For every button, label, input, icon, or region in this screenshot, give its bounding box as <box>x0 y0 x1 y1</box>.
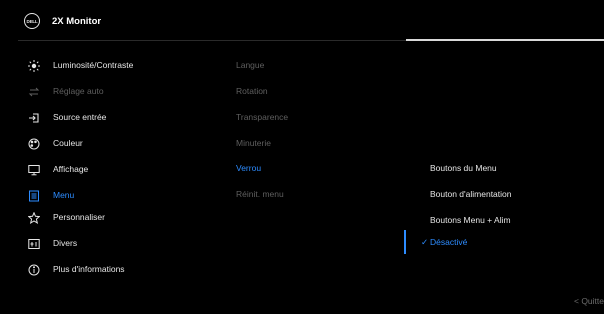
menu-item-label: Affichage <box>53 164 89 174</box>
menu-item-label: Couleur <box>53 138 83 148</box>
menu-item-display[interactable]: Affichage <box>0 159 220 183</box>
selection-indicator-bar <box>404 230 406 254</box>
menu-item-label: Source entrée <box>53 112 107 122</box>
menu-item-label: Plus d'informations <box>53 264 125 274</box>
menu-item-label: Menu <box>53 190 75 200</box>
option-disabled[interactable]: Désactivé <box>430 237 467 247</box>
menu-item-input-source[interactable]: Source entrée <box>0 107 220 131</box>
monitor-title: 2X Monitor <box>52 16 102 27</box>
submenu-item-language: Langue <box>236 60 265 70</box>
menu-item-personalize[interactable]: Personnaliser <box>0 207 220 231</box>
star-icon <box>28 212 40 224</box>
info-icon <box>28 264 40 276</box>
submenu-item-rotation: Rotation <box>236 86 268 96</box>
menu-item-label: Réglage auto <box>53 86 104 96</box>
header-divider <box>18 40 406 41</box>
submenu-item-transparency: Transparence <box>236 112 289 122</box>
input-source-icon <box>28 112 40 124</box>
menu-item-brightness-contrast[interactable]: Luminosité/Contraste <box>0 55 220 79</box>
brightness-icon <box>28 60 40 72</box>
check-icon: ✓ <box>421 237 429 247</box>
submenu-item-lock[interactable]: Verrou <box>236 163 261 173</box>
menu-item-menu[interactable]: Menu <box>0 185 220 209</box>
option-menu-power-buttons[interactable]: Boutons Menu + Alim <box>430 215 511 225</box>
dell-logo: DELL <box>24 13 40 29</box>
menu-item-auto-adjust: Réglage auto <box>0 81 220 105</box>
auto-adjust-icon <box>28 86 40 98</box>
osd-header: DELL 2X Monitor <box>0 0 604 40</box>
quit-button[interactable]: < Quitte <box>574 296 604 306</box>
menu-item-others[interactable]: Divers <box>0 233 220 257</box>
menu-item-more-info[interactable]: Plus d'informations <box>0 259 220 283</box>
display-icon <box>28 164 40 176</box>
header-highlight-bar <box>406 39 604 41</box>
submenu-item-reset-menu: Réinit. menu <box>236 189 284 199</box>
menu-item-color[interactable]: Couleur <box>0 133 220 157</box>
menu-icon <box>28 190 40 202</box>
others-icon <box>28 238 40 250</box>
menu-item-label: Personnaliser <box>53 212 105 222</box>
option-power-button[interactable]: Bouton d'alimentation <box>430 189 512 199</box>
menu-item-label: Divers <box>53 238 78 248</box>
option-menu-buttons[interactable]: Boutons du Menu <box>430 163 497 173</box>
color-palette-icon <box>28 138 40 150</box>
submenu-item-timer: Minuterie <box>236 138 271 148</box>
menu-item-label: Luminosité/Contraste <box>53 60 134 70</box>
